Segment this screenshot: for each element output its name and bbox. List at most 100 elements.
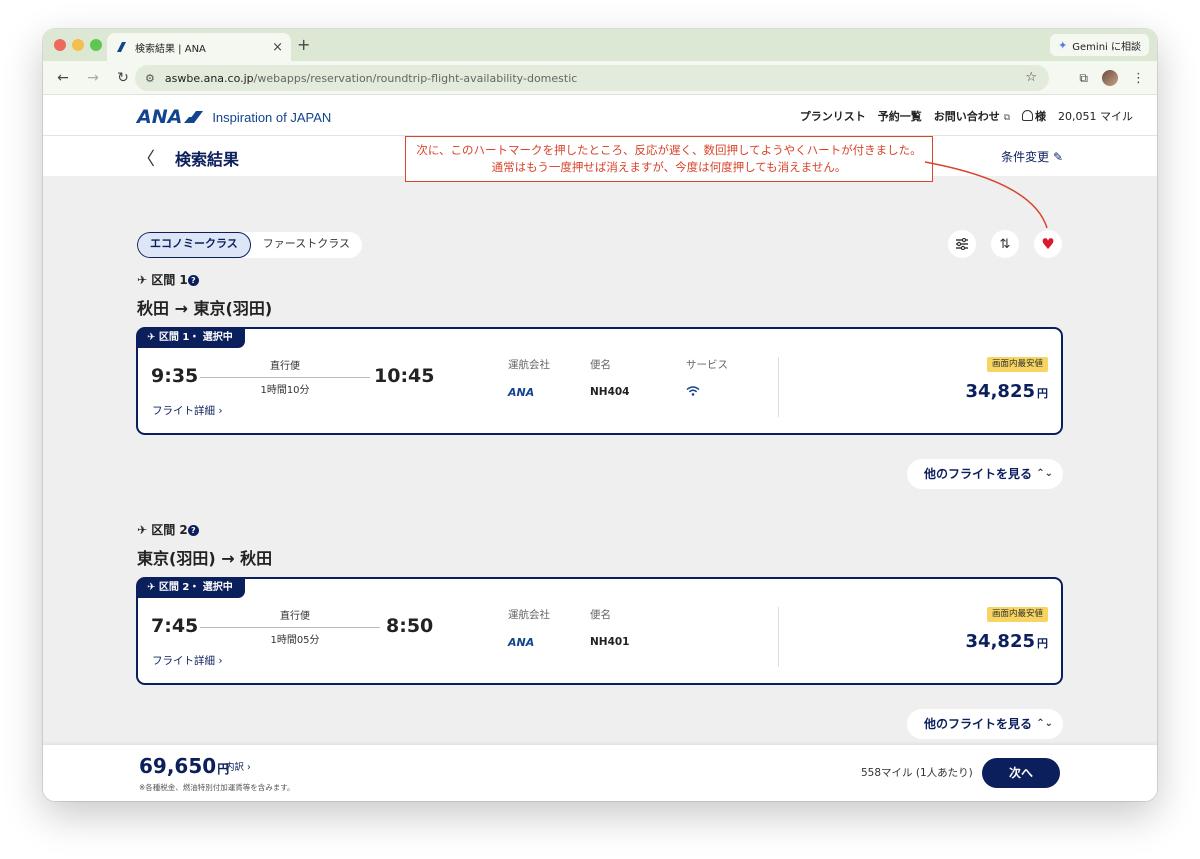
next-button[interactable]: 次へ [982,758,1060,788]
reload-icon[interactable]: ↻ [113,70,133,86]
menu-kebab-icon[interactable]: ⋮ [1132,71,1145,86]
other-flights-button-2[interactable]: 他のフライトを見る ⌃⌄ [907,709,1063,739]
booking-footer: 69,650円 内訳 › ※各種税金、燃油特別付加運賃等を含みます。 558マイ… [43,745,1157,801]
user-icon [1022,110,1033,121]
flight-details-link[interactable]: フライト詳細 › [152,403,223,418]
help-icon[interactable]: ? [187,525,199,536]
flight-card-1[interactable]: ✈ 区間 1・ 選択中 9:35 直行便 1時間10分 10:45 フライト詳細… [136,327,1063,435]
new-tab-button[interactable]: + [297,35,310,54]
carrier-label: 運航会社 [508,359,550,371]
miles-balance: 20,051 マイル [1058,110,1133,123]
carrier-logo: ANA [508,636,535,649]
flight-details-label: フライト詳細 [152,655,215,667]
nonstop-label: 直行便 [280,611,310,622]
other-flights-label: 他のフライトを見る [924,467,1033,481]
segment-1-tag: ✈ 区間 1・ 選択中 [137,328,245,348]
browser-window: 検索結果 | ANA × + ✦ Gemini に相談 ← → ↻ ⚙ aswb… [43,29,1157,801]
page-title: 検索結果 [175,150,240,169]
plan-list-link[interactable]: プランリスト [800,108,866,124]
flight-line [200,627,380,628]
fare-currency: 円 [1037,387,1048,400]
first-class-tab[interactable]: ファーストクラス [251,232,362,258]
breakdown-label: 内訳 [225,762,245,773]
minimize-window-button[interactable] [72,39,84,51]
contact-link[interactable]: お問い合わせ ⧉ [934,108,1010,124]
fare-price: 34,825 円 [966,381,1048,402]
user-label: 様 [1035,110,1046,123]
close-window-button[interactable] [54,39,66,51]
browser-toolbar: ← → ↻ ⚙ aswbe.ana.co.jp/webapps/reservat… [43,61,1157,95]
plane-icon: ✈ [147,582,156,593]
carrier-logo: ANA [508,386,535,399]
lens-search-icon[interactable]: ⧉ [1079,71,1088,86]
user-menu[interactable]: 様 [1022,108,1046,124]
expand-updown-icon: ⌃⌄ [1036,718,1053,729]
annotation-pointer-line [924,161,1048,229]
segment-2-tag: ✈ 区間 2・ 選択中 [137,578,245,598]
departure-time: 7:45 [151,615,199,637]
bookmark-star-icon[interactable]: ☆ [1025,70,1037,85]
economy-class-tab[interactable]: エコノミークラス [137,232,251,258]
wifi-icon [686,385,700,399]
lowest-price-badge: 画面内最安値 [986,357,1048,372]
gemini-button[interactable]: ✦ Gemini に相談 [1050,34,1149,56]
url-path: /webapps/reservation/roundtrip-flight-av… [253,71,578,85]
segment-2-name: 区間 2 [151,523,188,537]
site-info-icon[interactable]: ⚙ [145,72,155,85]
departure-time: 9:35 [151,365,199,387]
maximize-window-button[interactable] [90,39,102,51]
forward-arrow-icon[interactable]: → [83,70,103,86]
ana-logo[interactable]: ANA Inspiration of JAPAN [137,106,331,128]
segment-2-tag-label: 区間 2・ 選択中 [158,582,233,593]
reservations-link[interactable]: 予約一覧 [878,108,922,124]
back-chevron-icon[interactable]: 〈 [137,145,155,171]
segment-2-route: 東京(羽田) → 秋田 [137,549,273,568]
annotation-callout: 次に、このハートマークを押したところ、反応が遅く、数回押してようやくハートが付き… [405,136,933,182]
plane-icon: ✈ [137,523,148,537]
arrival-time: 10:45 [374,365,435,387]
segment-1-route: 秋田 → 東京(羽田) [137,299,273,318]
gemini-label: Gemini に相談 [1072,41,1141,53]
flight-number-label: 便名 [590,359,611,371]
segment-1-tag-label: 区間 1・ 選択中 [158,332,233,343]
price-breakdown-link[interactable]: 内訳 › [225,759,251,773]
cabin-class-toggle: エコノミークラス ファーストクラス [137,232,363,258]
page-content: ANA Inspiration of JAPAN プランリスト 予約一覧 お問い… [43,96,1157,801]
flight-number: NH401 [590,636,630,648]
total-price: 69,650円 [139,754,229,778]
contact-link-label: お問い合わせ [933,110,1000,123]
lowest-price-badge: 画面内最安値 [986,607,1048,622]
flight-details-link[interactable]: フライト詳細 › [152,653,223,668]
service-label: サービス [686,359,728,371]
site-header: ANA Inspiration of JAPAN プランリスト 予約一覧 お問い… [43,96,1157,136]
flight-details-label: フライト詳細 [152,405,215,417]
toolbar-right: ⧉ ⋮ [1079,61,1157,95]
plane-icon: ✈ [137,273,148,287]
chevron-right-icon: › [218,405,223,417]
external-link-icon: ⧉ [1003,113,1010,123]
other-flights-button-1[interactable]: 他のフライトを見る ⌃⌄ [907,459,1063,489]
tab-close-icon[interactable]: × [272,40,283,55]
browser-tab[interactable]: 検索結果 | ANA × [107,33,291,61]
back-arrow-icon[interactable]: ← [53,70,73,86]
nonstop-label: 直行便 [270,361,300,372]
ana-wing-icon [184,111,204,123]
annotation-line-1: 次に、このハートマークを押したところ、反応が遅く、数回押してようやくハートが付き… [416,143,922,157]
plane-icon: ✈ [147,332,156,343]
address-bar[interactable]: ⚙ aswbe.ana.co.jp/webapps/reservation/ro… [135,65,1049,91]
ana-logo-text: ANA [137,106,183,128]
flight-card-2[interactable]: ✈ 区間 2・ 選択中 7:45 直行便 1時間05分 8:50 フライト詳細 … [136,577,1063,685]
tab-title: 検索結果 | ANA [135,43,206,55]
flight-number: NH404 [590,386,630,398]
tab-strip: 検索結果 | ANA × + ✦ Gemini に相談 [43,29,1157,61]
profile-avatar[interactable] [1102,70,1118,86]
arrival-time: 8:50 [386,615,434,637]
flight-line [200,377,370,378]
chevron-right-icon: › [247,762,251,773]
segment-1-label: ✈ 区間 1? [137,271,199,288]
annotation-line-2: 通常はもう一度押せば消えますが、今度は何度押しても消えません。 [491,160,847,174]
url-host: aswbe.ana.co.jp [164,71,254,85]
help-icon[interactable]: ? [187,275,199,286]
carrier-label: 運航会社 [508,609,550,621]
card-divider [778,607,779,667]
